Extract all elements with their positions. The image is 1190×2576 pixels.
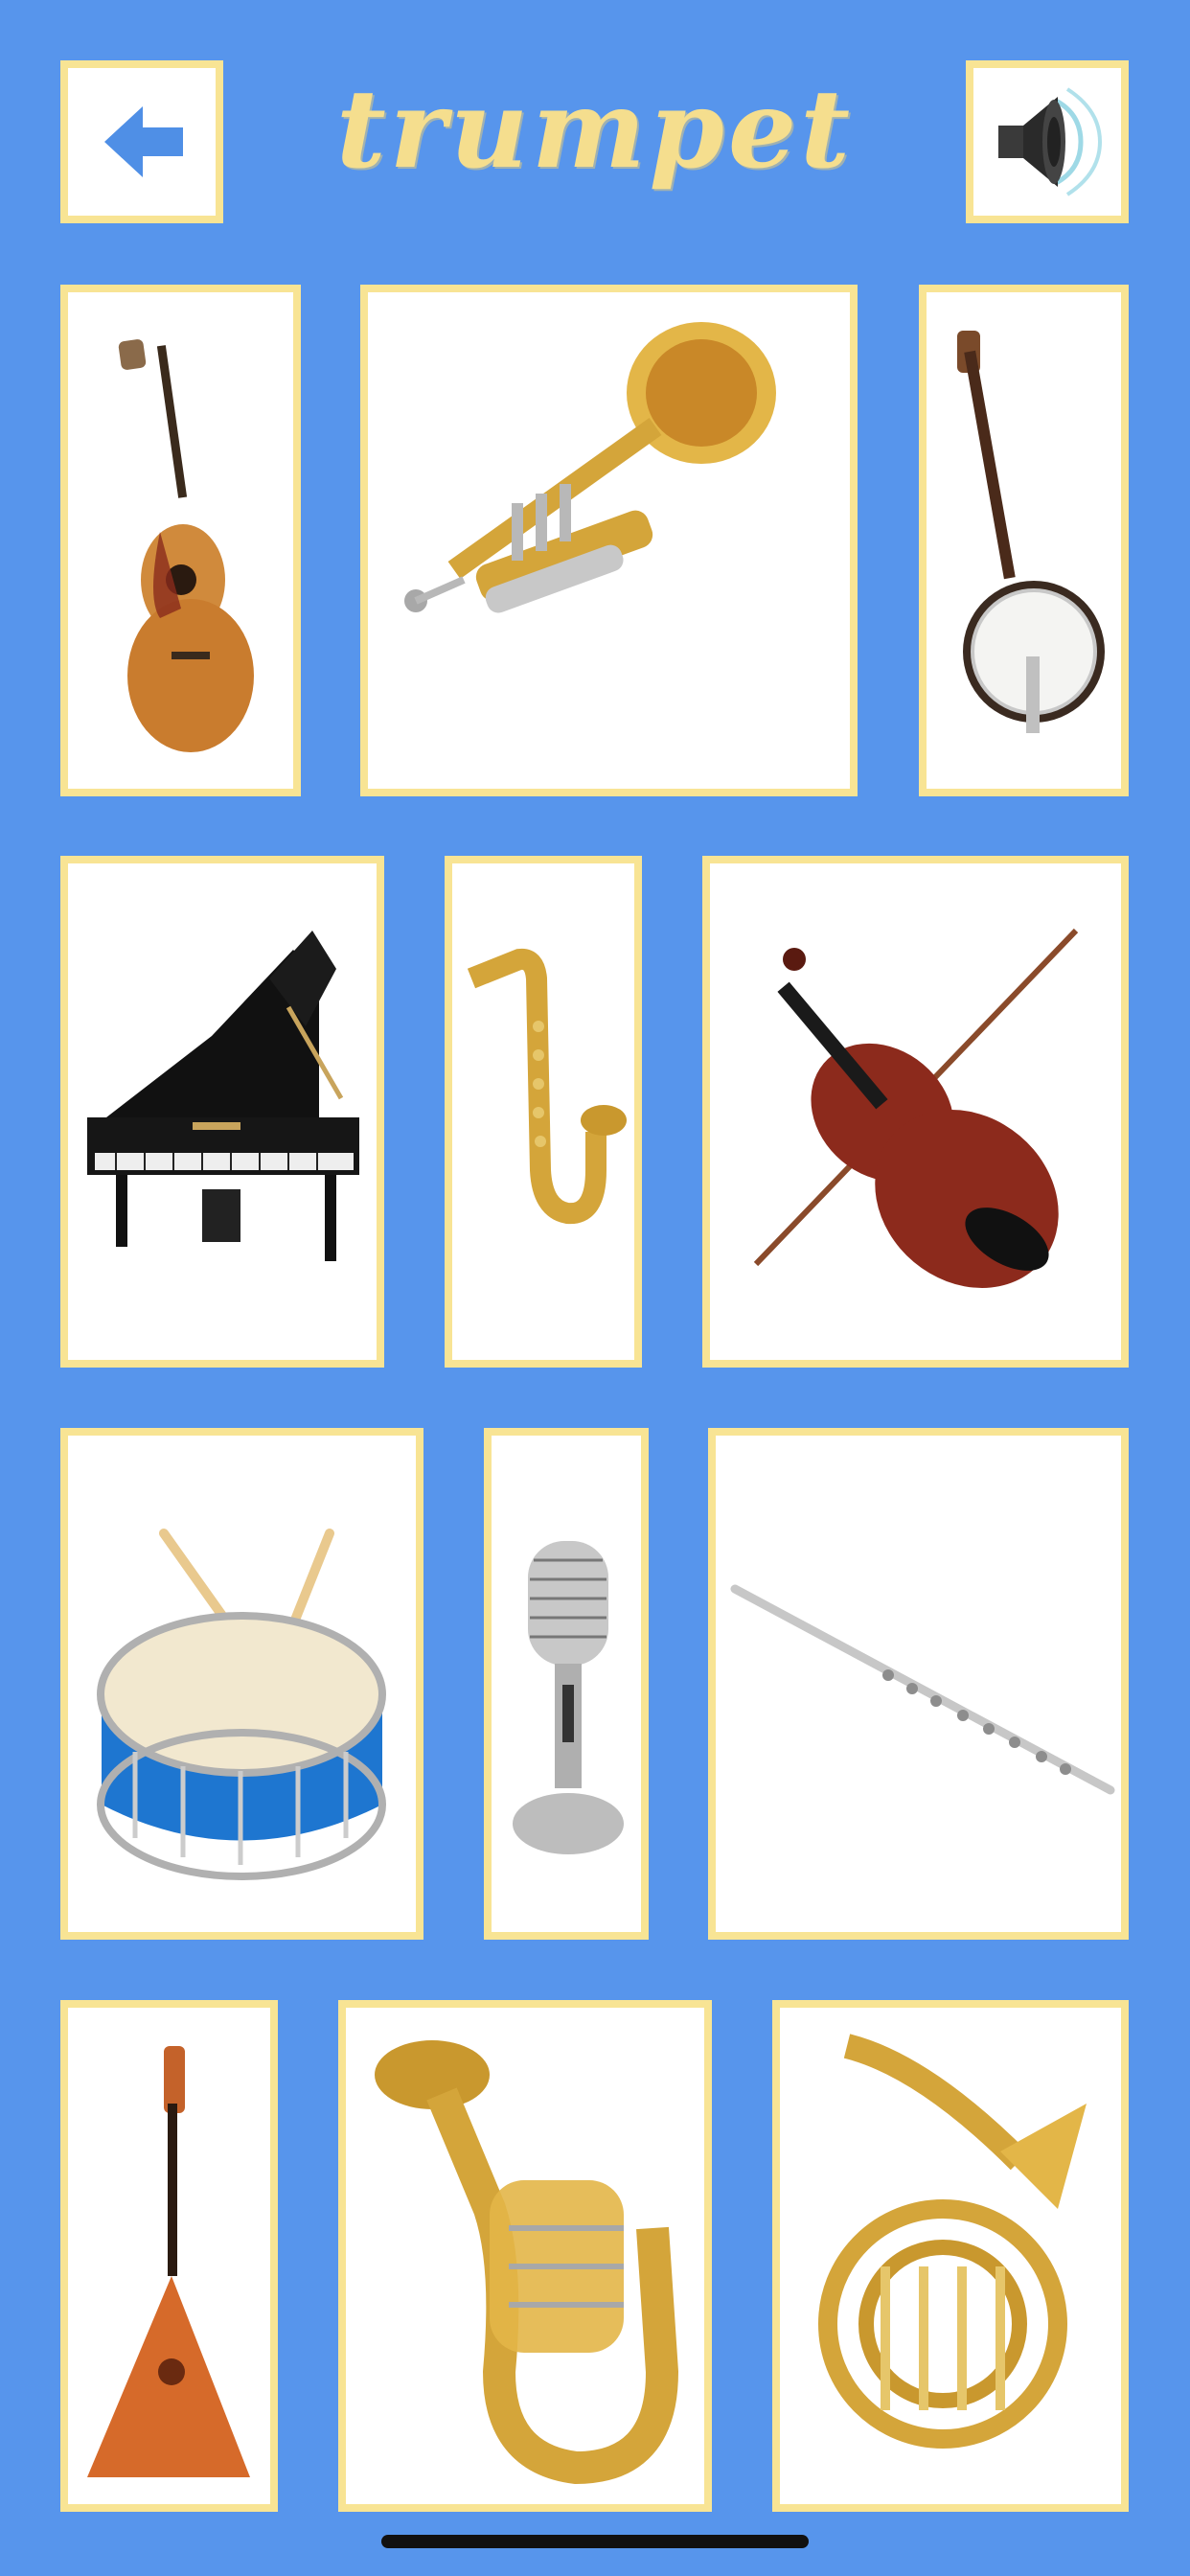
french-horn-icon xyxy=(818,2034,1087,2449)
microphone-icon xyxy=(513,1541,624,1854)
instrument-tile-violin[interactable] xyxy=(702,856,1129,1368)
trumpet-icon xyxy=(404,322,776,613)
instrument-tile-tuba[interactable] xyxy=(338,2000,712,2512)
instrument-tile-french-horn[interactable] xyxy=(772,2000,1129,2512)
instrument-tile-drum[interactable] xyxy=(60,1428,423,1940)
instrument-tile-piano[interactable] xyxy=(60,856,384,1368)
home-indicator[interactable] xyxy=(381,2535,809,2548)
instrument-tile-trumpet[interactable] xyxy=(360,285,858,796)
drum-icon xyxy=(97,1529,386,1880)
page-title: trumpet xyxy=(336,66,854,193)
sound-button[interactable] xyxy=(966,60,1129,223)
grand-piano-icon xyxy=(87,931,359,1261)
instrument-tile-guitar[interactable] xyxy=(60,285,301,796)
violin-icon xyxy=(753,928,1079,1288)
banjo-icon xyxy=(957,331,1105,733)
balalaika-icon xyxy=(87,2046,250,2477)
speaker-icon xyxy=(998,87,1103,196)
instrument-tile-microphone[interactable] xyxy=(484,1428,649,1940)
flute-icon xyxy=(730,1584,1115,1795)
instrument-tile-saxophone[interactable] xyxy=(445,856,642,1368)
instrument-tile-balalaika[interactable] xyxy=(60,2000,278,2512)
instrument-tile-banjo[interactable] xyxy=(919,285,1129,796)
guitar-icon xyxy=(118,339,254,752)
tuba-icon xyxy=(375,2040,679,2485)
left-arrow-icon xyxy=(104,106,183,177)
back-button[interactable] xyxy=(60,60,223,223)
instrument-tile-flute[interactable] xyxy=(708,1428,1129,1940)
saxophone-icon xyxy=(467,948,627,1225)
